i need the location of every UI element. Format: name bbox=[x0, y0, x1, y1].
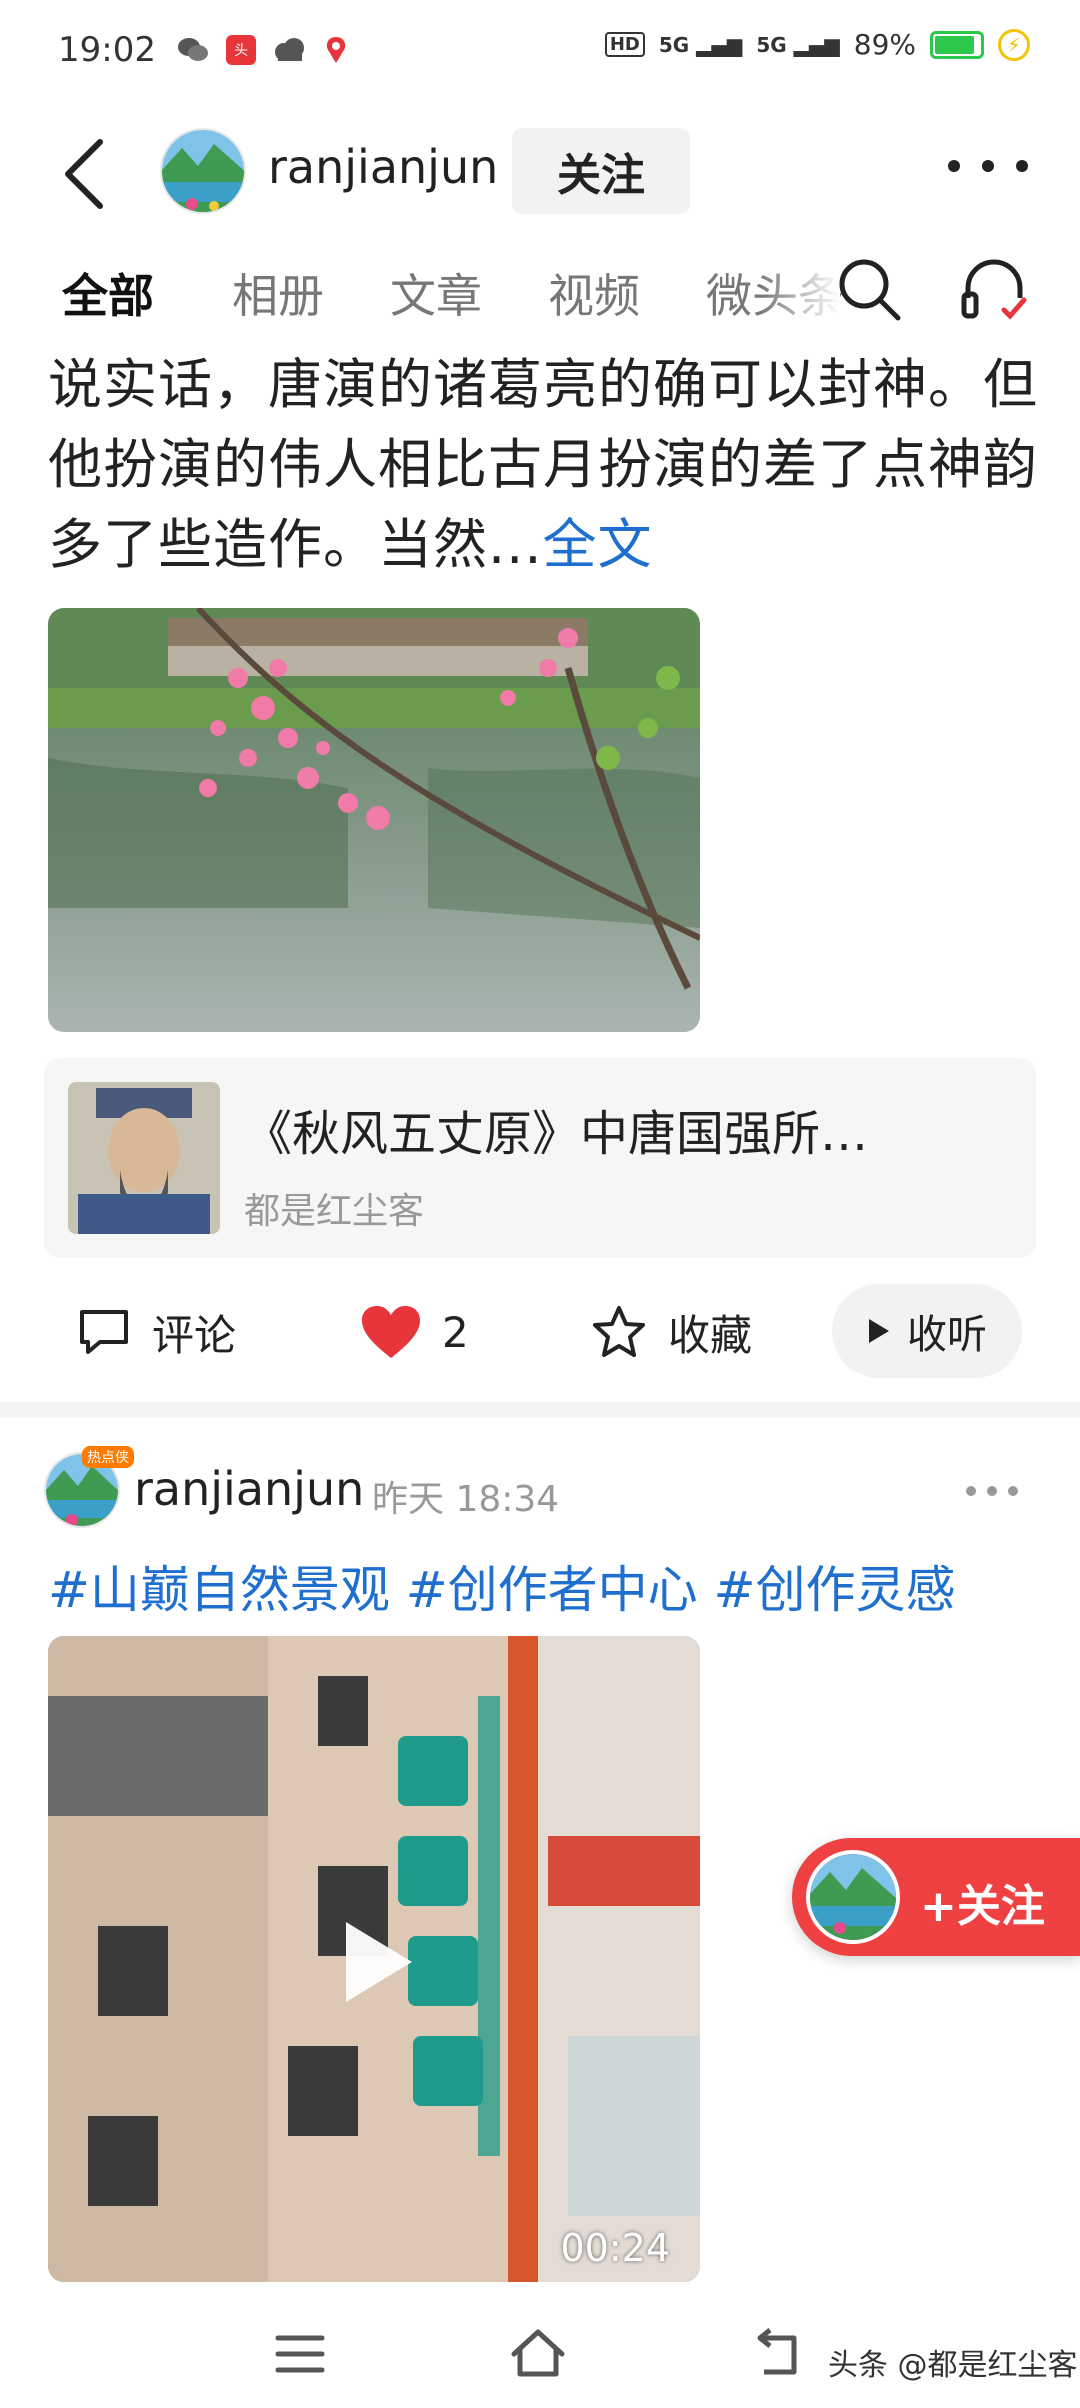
article-title: 《秋风五丈原》中唐国强所… bbox=[244, 1106, 869, 1162]
location-icon bbox=[326, 37, 346, 63]
hot-badge: 热点侠 bbox=[82, 1446, 134, 1468]
comment-label: 评论 bbox=[152, 1310, 237, 1360]
search-icon[interactable] bbox=[834, 254, 904, 324]
status-right: HD 5G ▂▄▆ 5G ▂▄▆ 89% ⚡ bbox=[604, 28, 1030, 61]
status-bar: 19:02 头 HD 5G ▂▄▆ 5G ▂▄▆ 89% ⚡ bbox=[0, 0, 1080, 100]
post2-more-icon[interactable] bbox=[966, 1486, 1018, 1498]
full-text-link[interactable]: 全文 bbox=[543, 513, 653, 576]
post2-time-day: 昨天 bbox=[372, 1479, 445, 1520]
post-text[interactable]: 说实话，唐演的诸葛亮的确可以封神。但他扮演的伟人相比古月扮演的差了点神韵多了些造… bbox=[48, 345, 1038, 585]
avatar-landscape-image bbox=[810, 1854, 896, 1940]
tab-videos[interactable]: 视频 bbox=[548, 260, 640, 326]
system-navigation-bar: 头条 @都是红尘客 bbox=[0, 2300, 1080, 2408]
play-icon[interactable] bbox=[324, 1912, 424, 2012]
toutiao-icon: 头 bbox=[225, 35, 256, 65]
post2-hashtags[interactable]: #山巅自然景观 #创作者中心 #创作灵感 bbox=[48, 1550, 955, 1622]
favorite-label: 收藏 bbox=[668, 1310, 753, 1360]
star-icon bbox=[593, 1306, 645, 1357]
post2-header: 热点侠 ranjianjun 昨天 18:34 bbox=[0, 1440, 1080, 1540]
favorite-button[interactable]: 收藏 bbox=[590, 1292, 752, 1372]
heart-icon bbox=[362, 1306, 420, 1358]
signal-2: 5G ▂▄▆ bbox=[756, 32, 840, 57]
lake-blossom-photo bbox=[48, 608, 700, 1032]
wechat-icon bbox=[177, 38, 208, 61]
menu-icon[interactable] bbox=[270, 2324, 330, 2384]
hd-indicator: HD bbox=[604, 32, 645, 57]
article-thumbnail bbox=[68, 1082, 220, 1234]
tab-album[interactable]: 相册 bbox=[232, 260, 324, 326]
avatar-landscape-image bbox=[162, 130, 244, 212]
tab-fade bbox=[760, 250, 840, 340]
article-thumbnail-image bbox=[68, 1082, 220, 1234]
post2-time-clock: 18:34 bbox=[455, 1479, 560, 1520]
floating-follow-label: +关注 bbox=[920, 1881, 1045, 1932]
signal-1-label: 5G bbox=[658, 32, 690, 57]
comment-icon bbox=[80, 1310, 128, 1354]
back-nav-icon[interactable] bbox=[750, 2324, 810, 2384]
more-options-icon[interactable] bbox=[948, 146, 1028, 186]
back-icon[interactable] bbox=[58, 134, 118, 214]
post-image[interactable] bbox=[48, 608, 700, 1032]
battery-icon bbox=[930, 30, 984, 59]
battery-fill bbox=[935, 35, 974, 54]
cloud-icon bbox=[274, 38, 304, 61]
article-author: 都是红尘客 bbox=[244, 1191, 425, 1232]
profile-header: ranjianjun 关注 bbox=[0, 110, 1080, 230]
home-icon[interactable] bbox=[508, 2324, 568, 2384]
watermark: 头条 @都是红尘客 bbox=[828, 2348, 1078, 2383]
listen-button[interactable]: 收听 bbox=[832, 1284, 1022, 1378]
battery-percent: 89% bbox=[853, 28, 916, 61]
tab-articles[interactable]: 文章 bbox=[390, 260, 482, 326]
status-time: 19:02 bbox=[58, 30, 156, 70]
signal-1: 5G ▂▄▆ bbox=[658, 32, 743, 57]
headphones-icon[interactable] bbox=[958, 254, 1030, 326]
comment-button[interactable]: 评论 bbox=[76, 1292, 236, 1372]
post-actions: 评论 2 收藏 收听 bbox=[0, 1282, 1080, 1382]
feed-divider bbox=[0, 1402, 1080, 1418]
status-app-icons: 头 bbox=[176, 35, 350, 65]
signal-2-label: 5G bbox=[756, 32, 787, 57]
profile-tabs: 全部 相册 文章 视频 微头条 bbox=[0, 250, 1080, 340]
profile-username[interactable]: ranjianjun bbox=[268, 140, 498, 194]
post2-username[interactable]: ranjianjun bbox=[134, 1462, 364, 1516]
floating-follow-button[interactable]: +关注 bbox=[792, 1838, 1080, 1956]
tab-all[interactable]: 全部 bbox=[62, 260, 154, 326]
video-duration: 00:24 bbox=[560, 2226, 670, 2270]
video-player[interactable]: 00:24 bbox=[48, 1636, 700, 2282]
avatar bbox=[806, 1850, 900, 1944]
play-small-icon bbox=[869, 1319, 889, 1343]
linked-article-card[interactable]: 《秋风五丈原》中唐国强所… 都是红尘客 bbox=[44, 1058, 1036, 1258]
like-count: 2 bbox=[442, 1307, 469, 1357]
like-button[interactable]: 2 bbox=[360, 1292, 469, 1372]
post2-time: 昨天 18:34 bbox=[372, 1470, 559, 1522]
avatar[interactable] bbox=[160, 128, 246, 214]
charging-icon: ⚡ bbox=[998, 28, 1030, 61]
follow-button[interactable]: 关注 bbox=[512, 128, 690, 214]
listen-label: 收听 bbox=[907, 1312, 987, 1358]
